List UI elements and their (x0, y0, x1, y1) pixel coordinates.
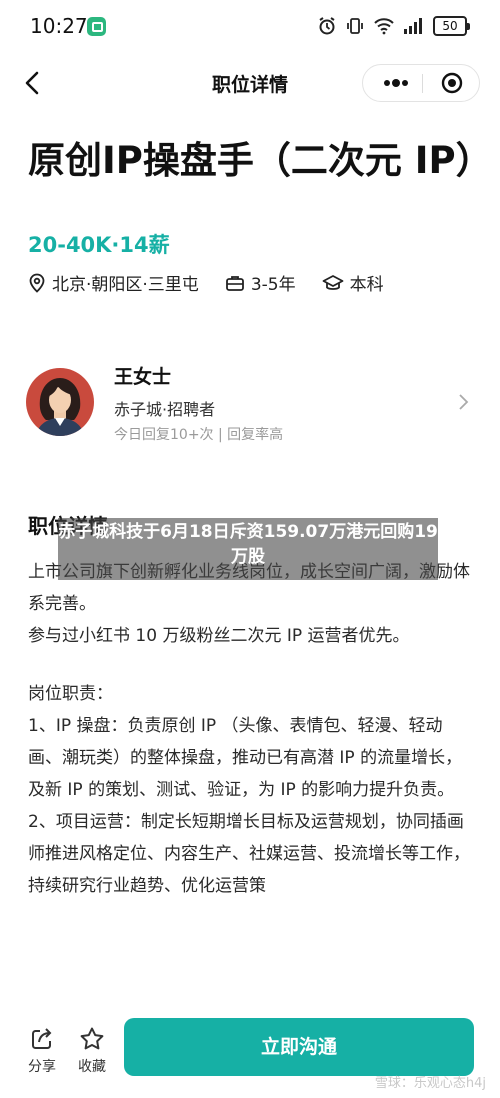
vibrate-icon (347, 18, 363, 34)
job-title: 原创IP操盘手（二次元 IP） (28, 139, 493, 182)
avatar (26, 368, 94, 436)
chevron-right-icon (459, 394, 469, 410)
status-icons: 50 (317, 16, 470, 36)
experience-tag: 3-5年 (225, 270, 296, 295)
favorite-label: 收藏 (78, 1059, 106, 1075)
share-label: 分享 (28, 1059, 56, 1075)
app-notification-icon (87, 17, 106, 36)
miniprogram-capsule (362, 64, 480, 102)
close-miniprogram-icon[interactable] (441, 72, 463, 94)
share-button[interactable]: 分享 (22, 1026, 62, 1076)
description-paragraph: 1、IP 操盘：负责原创 IP （头像、表情包、轻漫、轻动画、潮玩类）的整体操盘… (28, 716, 463, 800)
recruiter-company: 赤子城·招聘者 (114, 400, 216, 419)
job-tags: 北京·朝阳区·三里屯 3-5年 本科 (28, 270, 410, 295)
location-pin-icon (29, 273, 45, 293)
location-tag: 北京·朝阳区·三里屯 (28, 270, 199, 295)
watermark: 雪球：乐观心态h4j (374, 1076, 486, 1091)
education-text: 本科 (349, 275, 384, 295)
recruiter-name: 王女士 (114, 366, 172, 388)
recruiter-card[interactable]: 王女士 赤子城·招聘者 今日回复10+次 | 回复率高 (26, 362, 476, 443)
battery-level: 50 (433, 16, 467, 36)
location-text: 北京·朝阳区·三里屯 (52, 275, 199, 295)
description-paragraph: 2、项目运营：制定长短期增长目标及运营规划，协同插画师推进风格定位、内容生产、社… (28, 812, 470, 896)
signal-icon (404, 18, 422, 34)
briefcase-icon (225, 275, 244, 291)
status-time: 10:27 (30, 14, 88, 38)
chat-now-button[interactable]: 立即沟通 (124, 1018, 474, 1076)
description-paragraph: 参与过小红书 10 万级粉丝二次元 IP 运营者优先。 (28, 626, 410, 646)
education-tag: 本科 (322, 270, 384, 295)
alarm-icon (319, 17, 335, 35)
star-icon (80, 1027, 104, 1050)
capsule-divider (422, 74, 423, 93)
description-paragraph: 岗位职责： (28, 684, 113, 704)
job-description: 上市公司旗下创新孵化业务线岗位，成长空间广阔，激励体系完善。 参与过小红书 10… (28, 556, 476, 902)
more-icon[interactable] (379, 73, 413, 93)
wifi-icon (374, 18, 394, 35)
favorite-button[interactable]: 收藏 (72, 1026, 112, 1076)
job-salary: 20-40K·14薪 (28, 233, 170, 257)
battery-indicator: 50 (433, 16, 470, 36)
experience-text: 3-5年 (250, 275, 296, 295)
share-icon (32, 1028, 52, 1049)
status-bar: 10:27 50 (0, 0, 500, 56)
graduation-cap-icon (322, 274, 343, 290)
nav-bar: 职位详情 (0, 56, 500, 110)
news-overlay-text: 赤子城科技于6月18日斥资159.07万港元回购19万股 (58, 522, 438, 567)
recruiter-stats: 今日回复10+次 | 回复率高 (114, 427, 284, 443)
